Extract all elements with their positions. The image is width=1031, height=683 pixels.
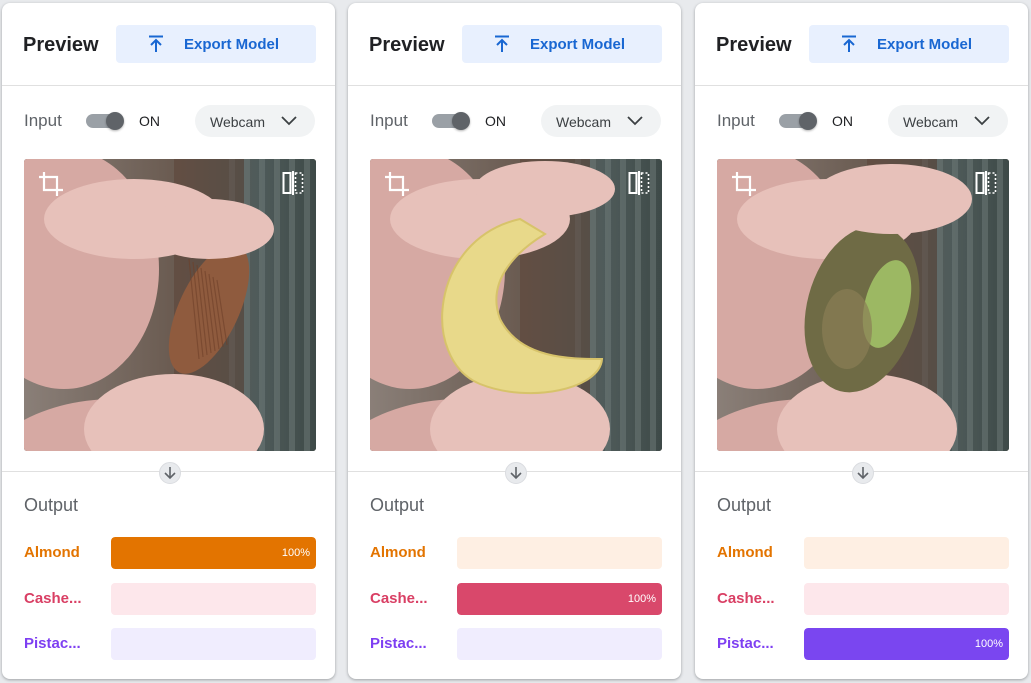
preview-header: Preview Export Model xyxy=(695,3,1028,86)
input-label: Input xyxy=(717,111,755,130)
class-name: Pistac... xyxy=(717,635,774,652)
confidence-bar xyxy=(457,628,662,660)
toggle-state-label: ON xyxy=(485,113,506,129)
chevron-down-icon xyxy=(281,116,297,126)
upload-icon xyxy=(842,35,856,52)
preview-panel-2: Preview Export Model Input ON Webcam Out… xyxy=(348,3,681,679)
input-source-select[interactable]: Webcam xyxy=(541,105,661,137)
preview-title: Preview xyxy=(23,34,99,56)
input-label: Input xyxy=(370,111,408,130)
input-toggle[interactable] xyxy=(86,112,126,130)
preview-title: Preview xyxy=(716,34,792,56)
class-row: Pistac... 100% xyxy=(695,628,1028,660)
crop-icon[interactable] xyxy=(384,171,410,197)
class-name: Cashe... xyxy=(24,590,82,607)
crop-icon[interactable] xyxy=(731,171,757,197)
upload-icon xyxy=(149,35,163,52)
class-name: Pistac... xyxy=(370,635,427,652)
webcam-image xyxy=(24,159,316,451)
upload-icon xyxy=(495,35,509,52)
confidence-bar xyxy=(804,537,1009,569)
class-row: Almond xyxy=(348,537,681,569)
webcam-preview xyxy=(717,159,1009,451)
class-name: Almond xyxy=(24,544,80,561)
confidence-percent: 100% xyxy=(974,638,1003,650)
confidence-percent: 100% xyxy=(281,547,310,559)
input-row: Input ON Webcam xyxy=(2,103,335,139)
input-source-value: Webcam xyxy=(903,114,958,130)
confidence-bar xyxy=(111,583,316,615)
export-model-label: Export Model xyxy=(530,36,626,53)
webcam-preview xyxy=(370,159,662,451)
webcam-image xyxy=(717,159,1009,451)
class-row: Pistac... xyxy=(2,628,335,660)
export-model-button[interactable]: Export Model xyxy=(809,25,1009,63)
class-name: Pistac... xyxy=(24,635,81,652)
output-label: Output xyxy=(24,495,79,515)
input-source-select[interactable]: Webcam xyxy=(888,105,1008,137)
crop-icon[interactable] xyxy=(38,171,64,197)
preview-header: Preview Export Model xyxy=(2,3,335,86)
input-source-value: Webcam xyxy=(556,114,611,130)
arrow-down-icon xyxy=(159,462,181,484)
class-name: Almond xyxy=(370,544,426,561)
confidence-bar: 100% xyxy=(111,537,316,569)
preview-header: Preview Export Model xyxy=(348,3,681,86)
preview-panel-3: Preview Export Model Input ON Webcam Out… xyxy=(695,3,1028,679)
toggle-state-label: ON xyxy=(832,113,853,129)
input-toggle[interactable] xyxy=(779,112,819,130)
webcam-preview xyxy=(24,159,316,451)
export-model-label: Export Model xyxy=(877,36,973,53)
preview-panel-1: Preview Export Model Input ON Webcam Out… xyxy=(2,3,335,679)
input-row: Input ON Webcam xyxy=(695,103,1028,139)
confidence-bar xyxy=(111,628,316,660)
class-row: Cashe... xyxy=(2,583,335,615)
output-label: Output xyxy=(717,495,772,515)
class-row: Cashe... 100% xyxy=(348,583,681,615)
toggle-state-label: ON xyxy=(139,113,160,129)
class-name: Cashe... xyxy=(717,590,775,607)
confidence-bar xyxy=(457,537,662,569)
flip-icon[interactable] xyxy=(628,171,650,195)
input-row: Input ON Webcam xyxy=(348,103,681,139)
input-label: Input xyxy=(24,111,62,130)
flip-icon[interactable] xyxy=(282,171,304,195)
input-source-select[interactable]: Webcam xyxy=(195,105,315,137)
export-model-button[interactable]: Export Model xyxy=(462,25,662,63)
preview-title: Preview xyxy=(369,34,445,56)
confidence-bar: 100% xyxy=(804,628,1009,660)
input-source-value: Webcam xyxy=(210,114,265,130)
export-model-label: Export Model xyxy=(184,36,280,53)
toggle-knob xyxy=(799,112,817,130)
class-name: Cashe... xyxy=(370,590,428,607)
output-label: Output xyxy=(370,495,425,515)
class-row: Almond xyxy=(695,537,1028,569)
webcam-image xyxy=(370,159,662,451)
arrow-down-icon xyxy=(852,462,874,484)
class-row: Cashe... xyxy=(695,583,1028,615)
chevron-down-icon xyxy=(627,116,643,126)
export-model-button[interactable]: Export Model xyxy=(116,25,316,63)
class-row: Pistac... xyxy=(348,628,681,660)
arrow-down-icon xyxy=(505,462,527,484)
toggle-knob xyxy=(452,112,470,130)
toggle-knob xyxy=(106,112,124,130)
confidence-bar: 100% xyxy=(457,583,662,615)
confidence-percent: 100% xyxy=(627,593,656,605)
confidence-bar xyxy=(804,583,1009,615)
class-row: Almond 100% xyxy=(2,537,335,569)
chevron-down-icon xyxy=(974,116,990,126)
class-name: Almond xyxy=(717,544,773,561)
flip-icon[interactable] xyxy=(975,171,997,195)
input-toggle[interactable] xyxy=(432,112,472,130)
